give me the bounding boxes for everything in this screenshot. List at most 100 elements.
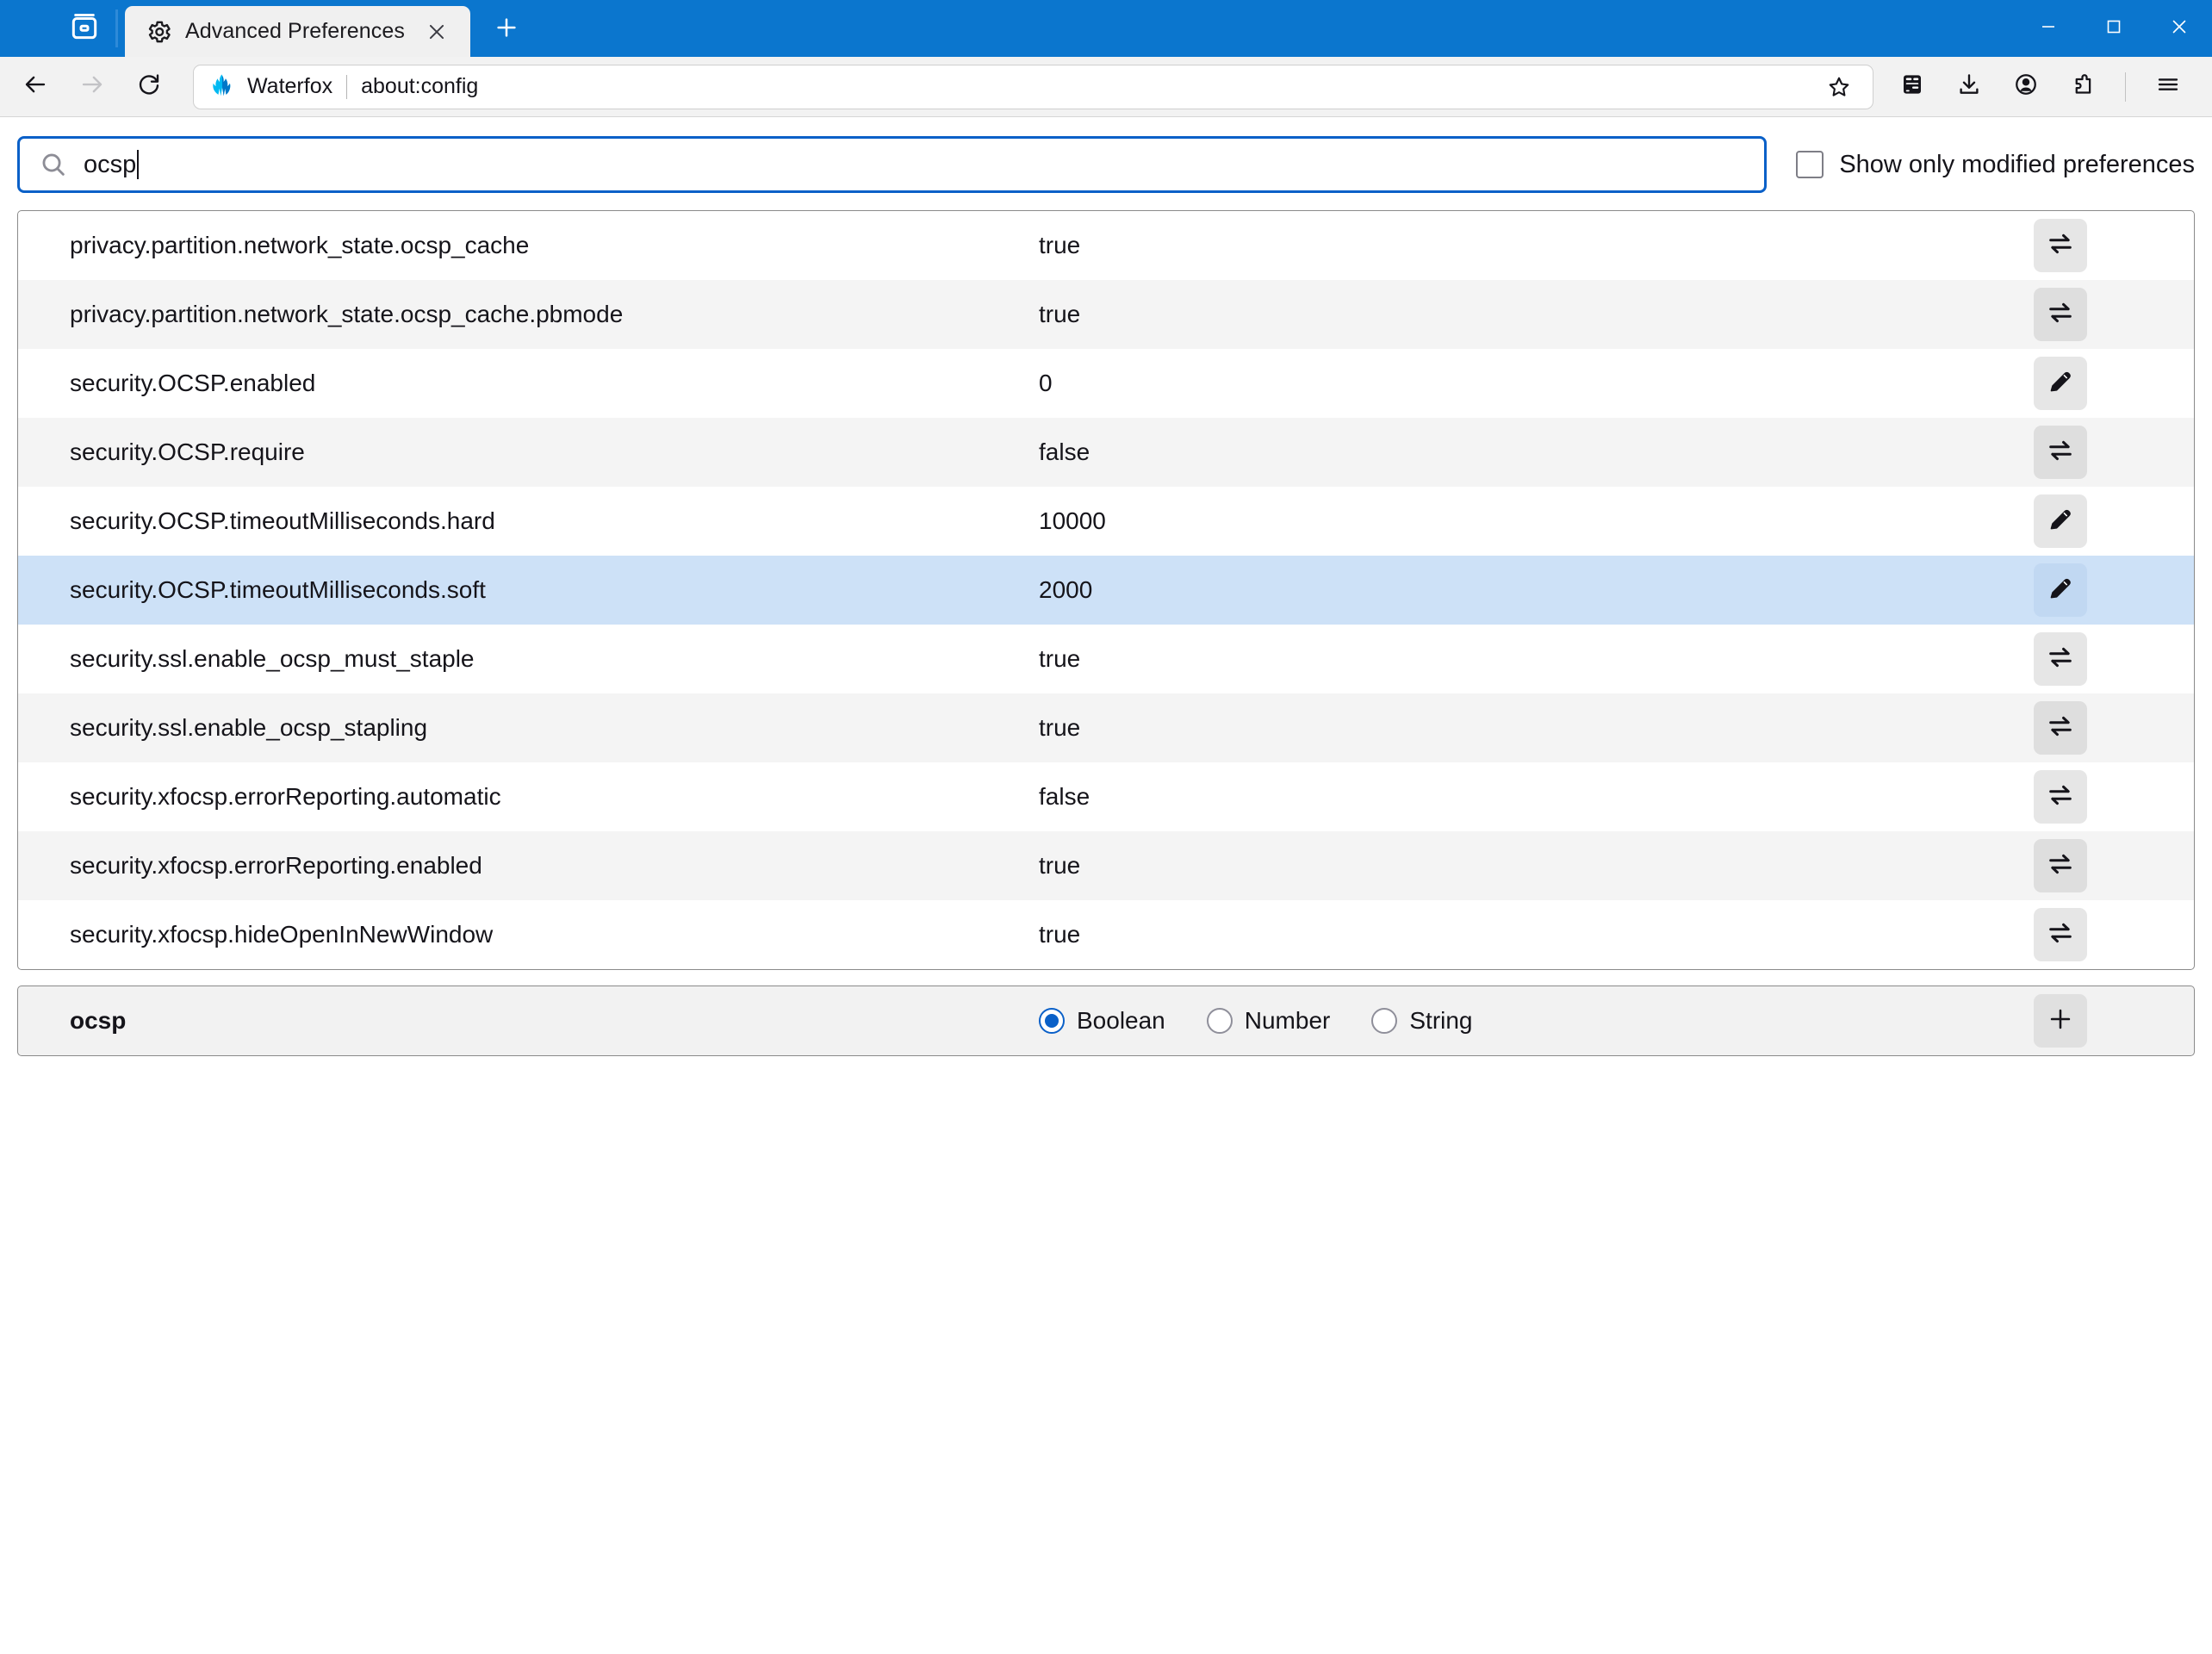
preference-name: security.OCSP.require [70, 438, 305, 465]
search-input[interactable]: ocsp [17, 136, 1768, 193]
edit-preference-button[interactable] [2034, 494, 2087, 548]
preferences-list: privacy.partition.network_state.ocsp_cac… [17, 210, 2195, 970]
close-window-button[interactable] [2147, 0, 2212, 57]
preference-action-cell [2022, 494, 2194, 548]
preference-action-cell [2022, 632, 2194, 686]
arrow-left-icon [22, 72, 48, 102]
toggle-preference-button[interactable] [2034, 288, 2087, 341]
title-bar: Advanced Preferences [0, 0, 2212, 57]
edit-preference-button[interactable] [2034, 563, 2087, 617]
forward-button[interactable] [65, 63, 119, 111]
downloads-icon [1956, 72, 1982, 102]
tab-advanced-preferences[interactable]: Advanced Preferences [125, 6, 470, 57]
add-preference-action [2022, 994, 2194, 1048]
preference-row[interactable]: security.OCSP.require false [18, 418, 2194, 487]
toggle-preference-button[interactable] [2034, 839, 2087, 892]
downloads-button[interactable] [1942, 63, 1996, 111]
address-bar[interactable]: Waterfox about:config [193, 64, 1873, 109]
app-menu-button[interactable] [2141, 63, 2195, 111]
show-modified-checkbox[interactable] [1796, 151, 1824, 178]
preference-action-cell [2022, 908, 2194, 961]
preference-value: true [1039, 645, 1081, 672]
toggle-preference-button[interactable] [2034, 632, 2087, 686]
preference-row[interactable]: privacy.partition.network_state.ocsp_cac… [18, 280, 2194, 349]
minimize-button[interactable] [2016, 0, 2081, 57]
gear-icon [144, 17, 173, 47]
preference-name: security.OCSP.timeoutMilliseconds.soft [70, 576, 486, 603]
close-tab-icon[interactable] [417, 12, 457, 52]
preference-value: true [1039, 714, 1081, 741]
edit-icon [2046, 574, 2075, 607]
preference-action-cell [2022, 426, 2194, 479]
radio-label: String [1409, 1007, 1473, 1034]
extensions-button[interactable] [2056, 63, 2109, 111]
preference-action-cell [2022, 288, 2194, 341]
navigation-toolbar: Waterfox about:config [0, 57, 2212, 117]
add-preference-row: ocsp Boolean Number String [17, 986, 2195, 1056]
preference-row[interactable]: security.ssl.enable_ocsp_stapling true [18, 693, 2194, 762]
search-row: ocsp Show only modified preferences [0, 117, 2212, 210]
toggle-icon [2046, 849, 2075, 883]
toggle-preference-button[interactable] [2034, 908, 2087, 961]
text-caret [137, 150, 140, 179]
toggle-icon [2046, 229, 2075, 263]
tabstrip-separator [115, 9, 118, 47]
edit-preference-button[interactable] [2034, 357, 2087, 410]
firefox-view-button[interactable] [53, 0, 115, 57]
toggle-preference-button[interactable] [2034, 770, 2087, 824]
preference-row[interactable]: security.OCSP.enabled 0 [18, 349, 2194, 418]
preference-value: false [1039, 438, 1090, 465]
show-modified-row[interactable]: Show only modified preferences [1767, 151, 2195, 179]
new-tab-button[interactable] [482, 5, 531, 53]
preference-action-cell [2022, 219, 2194, 272]
preference-row[interactable]: security.xfocsp.errorReporting.enabled tr… [18, 831, 2194, 900]
plus-icon [2046, 1004, 2075, 1038]
reload-icon [136, 72, 162, 102]
preference-value: 0 [1039, 370, 1053, 396]
preference-value: true [1039, 921, 1081, 948]
preference-row[interactable]: security.ssl.enable_ocsp_must_staple true [18, 625, 2194, 693]
preference-name: security.OCSP.timeoutMilliseconds.hard [70, 507, 495, 534]
maximize-icon [2103, 16, 2124, 41]
preference-type-option-string[interactable]: String [1371, 1007, 1473, 1035]
preference-value: 10000 [1039, 507, 1106, 534]
preference-row[interactable]: security.OCSP.timeoutMilliseconds.hard 10… [18, 487, 2194, 556]
back-button[interactable] [9, 63, 62, 111]
preference-row[interactable]: security.xfocsp.errorReporting.automatic… [18, 762, 2194, 831]
preference-row[interactable]: privacy.partition.network_state.ocsp_cac… [18, 211, 2194, 280]
toggle-preference-button[interactable] [2034, 219, 2087, 272]
radio-number-icon[interactable] [1206, 1008, 1233, 1034]
account-button[interactable] [1999, 63, 2053, 111]
preference-name: security.ssl.enable_ocsp_stapling [70, 714, 428, 741]
arrow-right-icon [79, 72, 105, 102]
preference-action-cell [2022, 770, 2194, 824]
toolbar-separator [2125, 72, 2126, 102]
radio-string-icon[interactable] [1371, 1008, 1398, 1034]
search-value: ocsp [84, 150, 140, 179]
toggle-icon [2046, 780, 2075, 814]
bookmark-star-icon[interactable] [1819, 67, 1859, 107]
save-to-pocket-button[interactable] [1886, 63, 1939, 111]
save-to-pocket-icon [1899, 72, 1925, 102]
preference-row[interactable]: security.xfocsp.hideOpenInNewWindow true [18, 900, 2194, 969]
toggle-preference-button[interactable] [2034, 426, 2087, 479]
edit-icon [2046, 367, 2075, 401]
add-preference-button[interactable] [2034, 994, 2087, 1048]
preference-type-option-number[interactable]: Number [1206, 1007, 1330, 1035]
preference-action-cell [2022, 563, 2194, 617]
add-preference-name: ocsp [70, 1007, 127, 1034]
toggle-icon [2046, 918, 2075, 952]
reload-button[interactable] [122, 63, 176, 111]
maximize-button[interactable] [2081, 0, 2147, 57]
preference-type-option-boolean[interactable]: Boolean [1039, 1007, 1165, 1035]
radio-label: Boolean [1077, 1007, 1165, 1034]
preference-row[interactable]: security.OCSP.timeoutMilliseconds.soft 20… [18, 556, 2194, 625]
radio-boolean-icon[interactable] [1039, 1008, 1065, 1034]
preference-value: false [1039, 783, 1090, 810]
waterfox-logo-icon [208, 72, 237, 102]
show-modified-label: Show only modified preferences [1839, 150, 2195, 178]
close-icon [2169, 16, 2190, 41]
toggle-preference-button[interactable] [2034, 701, 2087, 755]
toggle-icon [2046, 436, 2075, 469]
window-controls [2016, 0, 2212, 57]
